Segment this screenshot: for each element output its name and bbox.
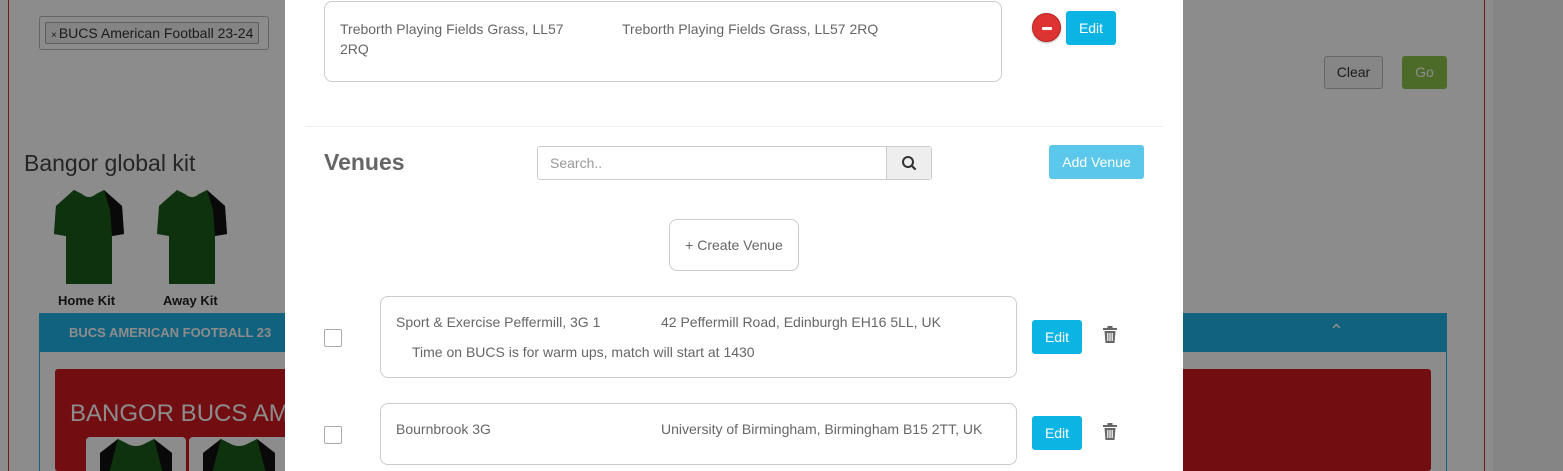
- venue-name: Bournbrook 3G: [396, 421, 491, 437]
- venue-note: Time on BUCS is for warm ups, match will…: [412, 344, 755, 360]
- edit-venue-button[interactable]: Edit: [1032, 320, 1082, 354]
- search-button[interactable]: [886, 147, 931, 179]
- venue-address: University of Birmingham, Birmingham B15…: [661, 421, 983, 437]
- venue-select-checkbox[interactable]: [324, 426, 342, 444]
- search-icon: [902, 156, 917, 171]
- venue-modal: Treborth Playing Fields Grass, LL57 2RQ …: [285, 0, 1183, 471]
- create-venue-button[interactable]: + Create Venue: [669, 219, 799, 271]
- edit-selected-venue-button[interactable]: Edit: [1066, 11, 1116, 45]
- add-venue-button[interactable]: Add Venue: [1049, 145, 1144, 179]
- trash-icon[interactable]: [1103, 326, 1117, 343]
- venue-address: Treborth Playing Fields Grass, LL57 2RQ: [622, 21, 879, 37]
- venue-name: Sport & Exercise Peffermill, 3G 1: [396, 314, 601, 330]
- selected-venue-card: Treborth Playing Fields Grass, LL57 2RQ …: [324, 1, 1002, 82]
- venue-name: Treborth Playing Fields Grass, LL57 2RQ: [340, 21, 564, 57]
- venues-heading: Venues: [324, 149, 405, 175]
- venue-card[interactable]: Sport & Exercise Peffermill, 3G 1 42 Pef…: [380, 296, 1017, 378]
- edit-venue-button[interactable]: Edit: [1032, 416, 1082, 450]
- venue-select-checkbox[interactable]: [324, 329, 342, 347]
- trash-icon[interactable]: [1103, 423, 1117, 440]
- divider: [305, 126, 1163, 127]
- remove-venue-icon[interactable]: [1032, 13, 1061, 42]
- venue-search: [537, 146, 932, 180]
- venue-search-input[interactable]: [538, 147, 887, 179]
- venue-card[interactable]: Bournbrook 3G University of Birmingham, …: [380, 403, 1017, 465]
- venue-address: 42 Peffermill Road, Edinburgh EH16 5LL, …: [661, 314, 941, 330]
